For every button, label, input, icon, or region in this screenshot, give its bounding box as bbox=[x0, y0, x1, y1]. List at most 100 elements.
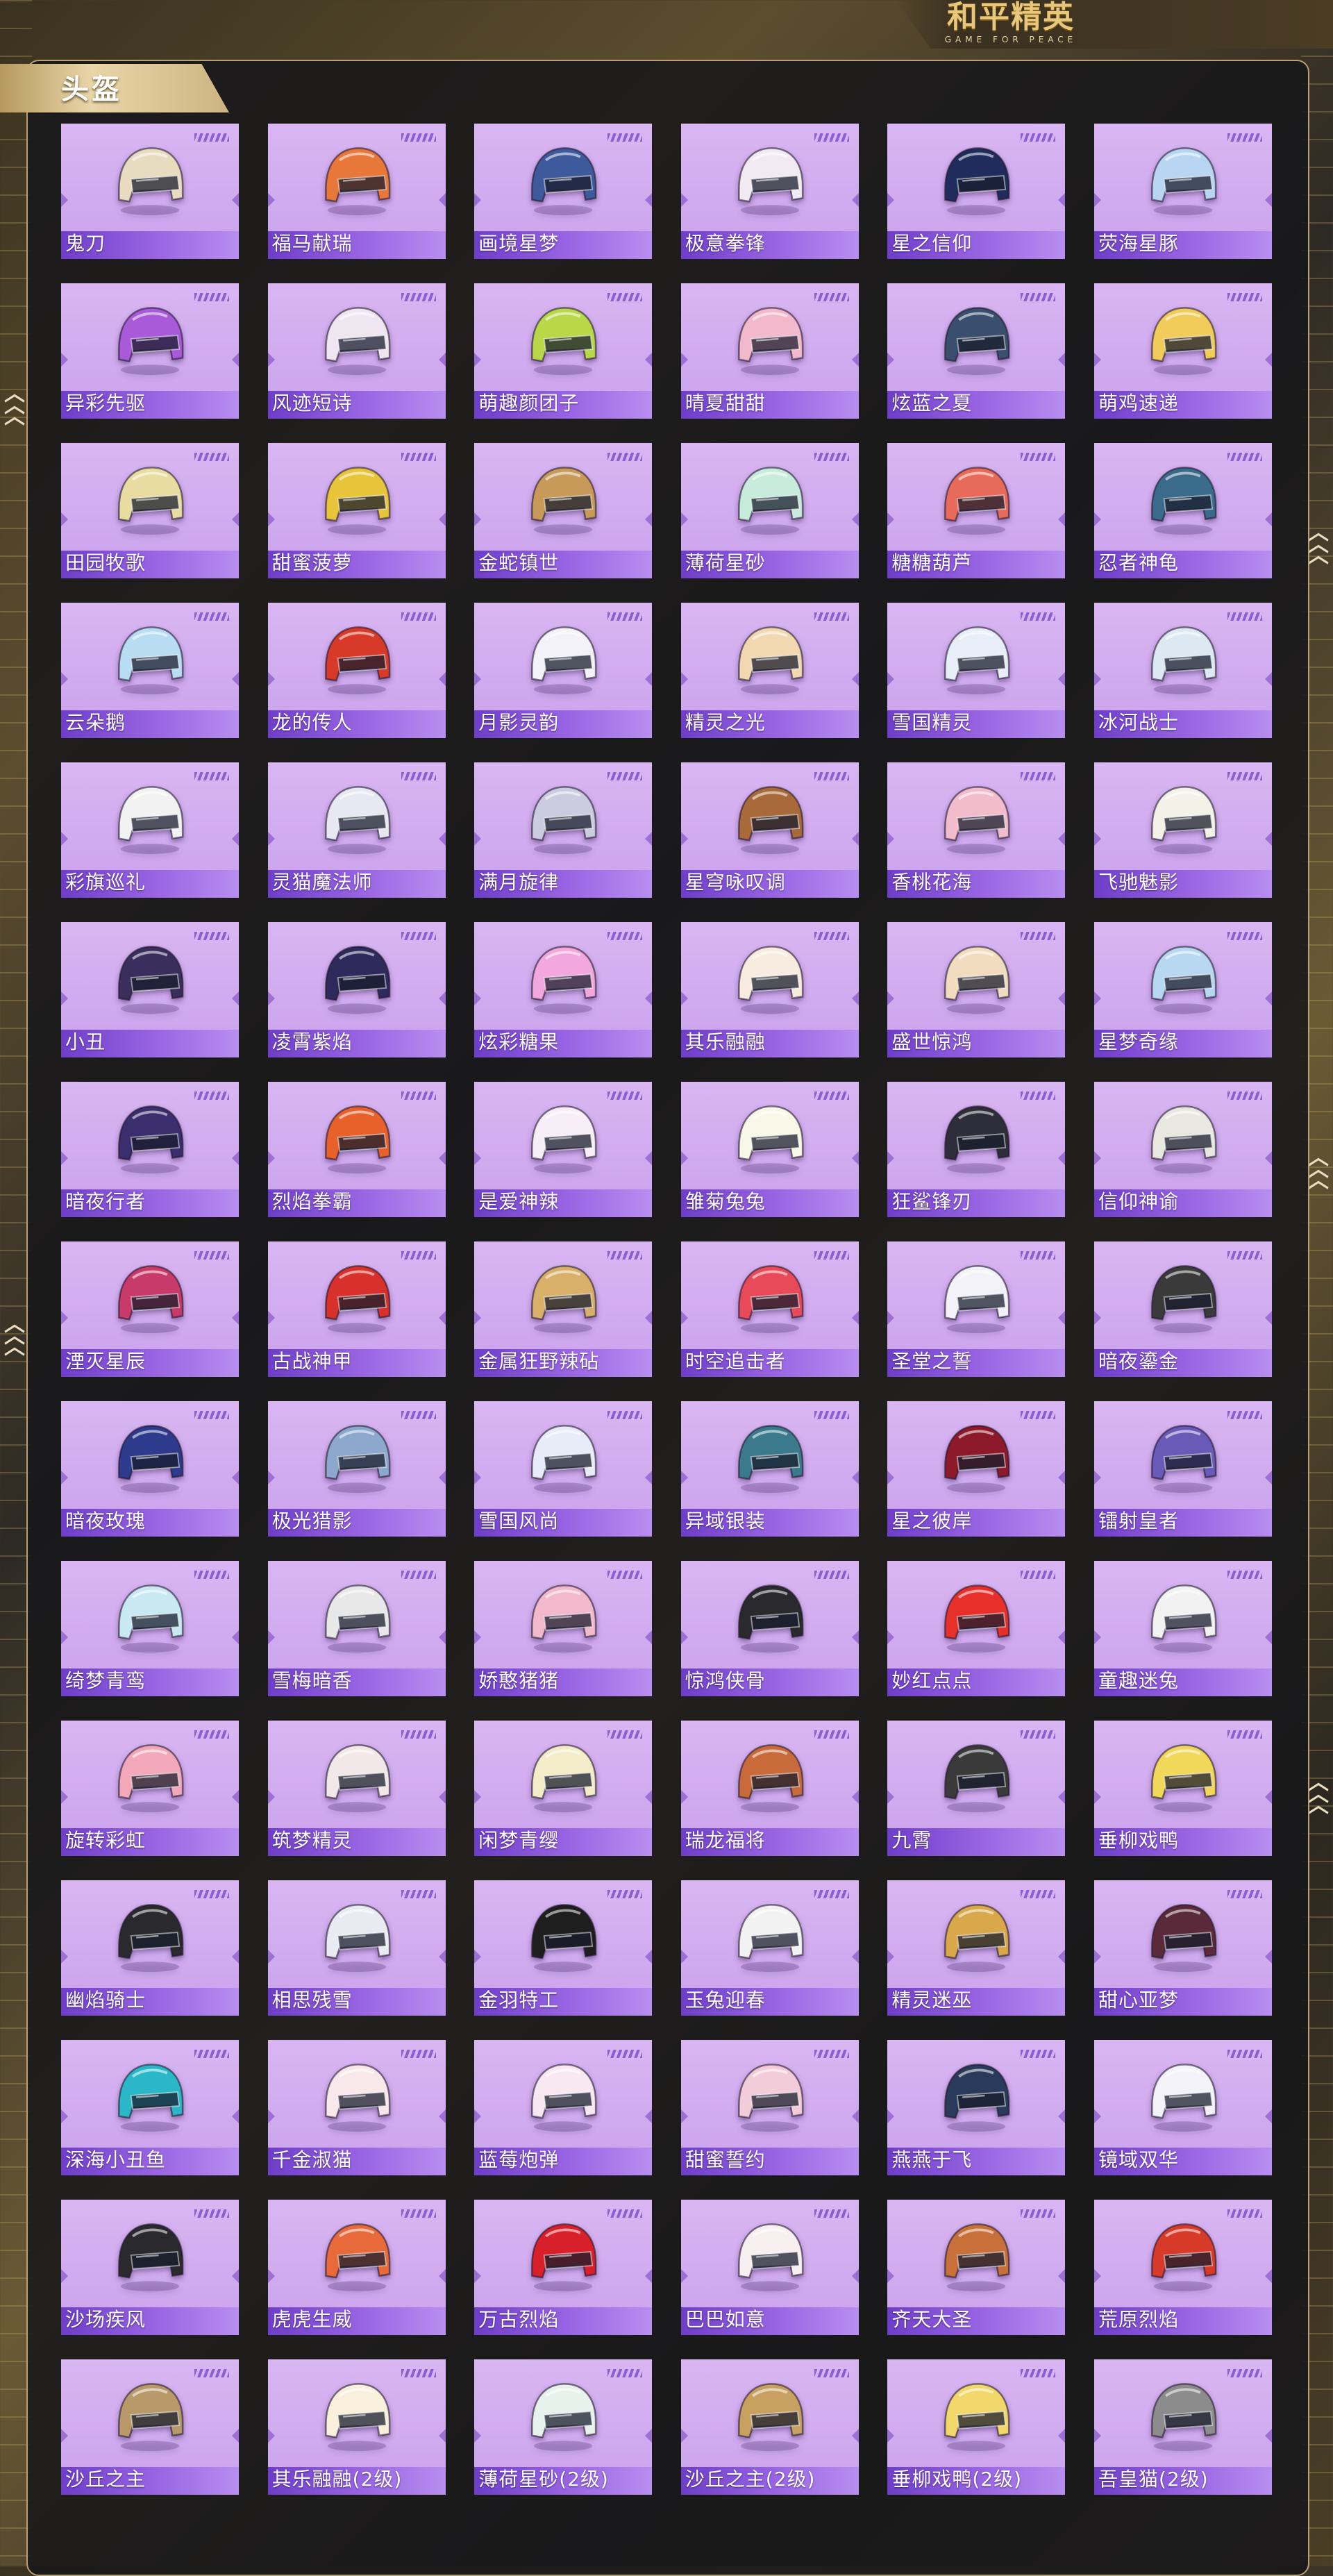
helmet-card[interactable]: 小丑 bbox=[61, 922, 239, 1057]
helmet-card[interactable]: 沙丘之主(2级) bbox=[680, 2359, 859, 2495]
helmet-card[interactable]: 虎虎生威 bbox=[267, 2200, 446, 2335]
rarity-stripes bbox=[401, 932, 436, 940]
helmet-card[interactable]: 惊鸿侠骨 bbox=[680, 1561, 859, 1696]
helmet-card[interactable]: 镭射皇者 bbox=[1093, 1401, 1272, 1537]
helmet-card[interactable]: 幽焰骑士 bbox=[61, 1880, 239, 2016]
helmet-card[interactable]: 福马献瑞 bbox=[267, 124, 446, 259]
helmet-card[interactable]: 凌霄紫焰 bbox=[267, 922, 446, 1057]
helmet-card[interactable]: 星梦奇缘 bbox=[1093, 922, 1272, 1057]
helmet-card[interactable]: 时空追击者 bbox=[680, 1241, 859, 1377]
helmet-card[interactable]: 炫彩糖果 bbox=[474, 922, 653, 1057]
helmet-card[interactable]: 满月旋律 bbox=[474, 762, 653, 898]
helmet-card[interactable]: 糖糖葫芦 bbox=[887, 443, 1066, 578]
helmet-card[interactable]: 瑞龙福将 bbox=[680, 1721, 859, 1856]
helmet-card[interactable]: 烈焰拳霸 bbox=[267, 1082, 446, 1217]
rarity-stripes bbox=[401, 1730, 436, 1739]
helmet-card[interactable]: 巴巴如意 bbox=[680, 2200, 859, 2335]
rarity-stripes bbox=[194, 2050, 229, 2058]
helmet-card[interactable]: 千金淑猫 bbox=[267, 2040, 446, 2175]
helmet-card[interactable]: 田园牧歌 bbox=[61, 443, 239, 578]
helmet-card[interactable]: 金蛇镇世 bbox=[474, 443, 653, 578]
helmet-card[interactable]: 镜域双华 bbox=[1093, 2040, 1272, 2175]
helmet-card[interactable]: 相思残雪 bbox=[267, 1880, 446, 2016]
helmet-card[interactable]: 云朵鹅 bbox=[61, 603, 239, 738]
helmet-card[interactable]: 月影灵韵 bbox=[474, 603, 653, 738]
helmet-card[interactable]: 深海小丑鱼 bbox=[61, 2040, 239, 2175]
helmet-card[interactable]: 吾皇猫(2级) bbox=[1093, 2359, 1272, 2495]
helmet-card[interactable]: 风迹短诗 bbox=[267, 283, 446, 419]
helmet-card[interactable]: 薄荷星砂 bbox=[680, 443, 859, 578]
helmet-card[interactable]: 信仰神谕 bbox=[1093, 1082, 1272, 1217]
helmet-card[interactable]: 娇憨猪猪 bbox=[474, 1561, 653, 1696]
helmet-card[interactable]: 垂柳戏鸭(2级) bbox=[887, 2359, 1066, 2495]
helmet-card[interactable]: 狂鲨锋刃 bbox=[887, 1082, 1066, 1217]
helmet-card[interactable]: 画境星梦 bbox=[474, 124, 653, 259]
helmet-card[interactable]: 星穹咏叹调 bbox=[680, 762, 859, 898]
helmet-card[interactable]: 极意拳锋 bbox=[680, 124, 859, 259]
helmet-icon bbox=[1140, 1573, 1226, 1659]
helmet-card[interactable]: 星之信仰 bbox=[887, 124, 1066, 259]
helmet-card[interactable]: 金属狂野辣砧 bbox=[474, 1241, 653, 1377]
helmet-card[interactable]: 圣堂之誓 bbox=[887, 1241, 1066, 1377]
helmet-name: 异域银装 bbox=[685, 1509, 766, 1532]
helmet-card[interactable]: 是爱神辣 bbox=[474, 1082, 653, 1217]
helmet-card[interactable]: 甜心亚梦 bbox=[1093, 1880, 1272, 2016]
helmet-card[interactable]: 极光猎影 bbox=[267, 1401, 446, 1537]
helmet-card[interactable]: 荒原烈焰 bbox=[1093, 2200, 1272, 2335]
helmet-card[interactable]: 金羽特工 bbox=[474, 1880, 653, 2016]
helmet-card[interactable]: 香桃花海 bbox=[887, 762, 1066, 898]
helmet-card[interactable]: 齐天大圣 bbox=[887, 2200, 1066, 2335]
helmet-card[interactable]: 雪国精灵 bbox=[887, 603, 1066, 738]
helmet-card[interactable]: 精灵之光 bbox=[680, 603, 859, 738]
helmet-card[interactable]: 异彩先驱 bbox=[61, 283, 239, 419]
helmet-card[interactable]: 萌趣颜团子 bbox=[474, 283, 653, 419]
helmet-card[interactable]: 炫蓝之夏 bbox=[887, 283, 1066, 419]
helmet-card[interactable]: 湮灭星辰 bbox=[61, 1241, 239, 1377]
helmet-card[interactable]: 忍者神龟 bbox=[1093, 443, 1272, 578]
helmet-card[interactable]: 沙丘之主 bbox=[61, 2359, 239, 2495]
helmet-card[interactable]: 雪梅暗香 bbox=[267, 1561, 446, 1696]
helmet-card[interactable]: 异域银装 bbox=[680, 1401, 859, 1537]
helmet-card[interactable]: 灵猫魔法师 bbox=[267, 762, 446, 898]
helmet-card[interactable]: 雏菊兔兔 bbox=[680, 1082, 859, 1217]
helmet-card[interactable]: 其乐融融(2级) bbox=[267, 2359, 446, 2495]
helmet-card[interactable]: 甜蜜誓约 bbox=[680, 2040, 859, 2175]
helmet-card[interactable]: 鬼刀 bbox=[61, 124, 239, 259]
helmet-card[interactable]: 九霄 bbox=[887, 1721, 1066, 1856]
helmet-card[interactable]: 盛世惊鸿 bbox=[887, 922, 1066, 1057]
helmet-card[interactable]: 雪国风尚 bbox=[474, 1401, 653, 1537]
helmet-card[interactable]: 蓝莓炮弹 bbox=[474, 2040, 653, 2175]
helmet-card[interactable]: 荧海星豚 bbox=[1093, 124, 1272, 259]
helmet-card[interactable]: 冰河战士 bbox=[1093, 603, 1272, 738]
helmet-card[interactable]: 燕燕于飞 bbox=[887, 2040, 1066, 2175]
helmet-card[interactable]: 暗夜鎏金 bbox=[1093, 1241, 1272, 1377]
helmet-card[interactable]: 萌鸡速递 bbox=[1093, 283, 1272, 419]
helmet-icon bbox=[727, 1094, 813, 1180]
helmet-card[interactable]: 妙红点点 bbox=[887, 1561, 1066, 1696]
helmet-card[interactable]: 闲梦青缨 bbox=[474, 1721, 653, 1856]
helmet-card[interactable]: 龙的传人 bbox=[267, 603, 446, 738]
helmet-card[interactable]: 甜蜜菠萝 bbox=[267, 443, 446, 578]
helmet-name: 萌趣颜团子 bbox=[478, 392, 580, 415]
helmet-card[interactable]: 薄荷星砂(2级) bbox=[474, 2359, 653, 2495]
helmet-icon bbox=[520, 1094, 606, 1180]
helmet-card[interactable]: 暗夜行者 bbox=[61, 1082, 239, 1217]
helmet-card[interactable]: 万古烈焰 bbox=[474, 2200, 653, 2335]
helmet-card[interactable]: 古战神甲 bbox=[267, 1241, 446, 1377]
helmet-card[interactable]: 童趣迷兔 bbox=[1093, 1561, 1272, 1696]
helmet-name: 镭射皇者 bbox=[1098, 1509, 1179, 1532]
helmet-card[interactable]: 彩旗巡礼 bbox=[61, 762, 239, 898]
helmet-icon bbox=[520, 1414, 606, 1500]
helmet-card[interactable]: 其乐融融 bbox=[680, 922, 859, 1057]
helmet-card[interactable]: 沙场疾风 bbox=[61, 2200, 239, 2335]
helmet-card[interactable]: 精灵迷巫 bbox=[887, 1880, 1066, 2016]
helmet-card[interactable]: 垂柳戏鸭 bbox=[1093, 1721, 1272, 1856]
helmet-card[interactable]: 星之彼岸 bbox=[887, 1401, 1066, 1537]
helmet-card[interactable]: 筑梦精灵 bbox=[267, 1721, 446, 1856]
helmet-card[interactable]: 飞驰魅影 bbox=[1093, 762, 1272, 898]
helmet-card[interactable]: 玉兔迎春 bbox=[680, 1880, 859, 2016]
helmet-card[interactable]: 旋转彩虹 bbox=[61, 1721, 239, 1856]
helmet-card[interactable]: 晴夏甜甜 bbox=[680, 283, 859, 419]
helmet-card[interactable]: 暗夜玫瑰 bbox=[61, 1401, 239, 1537]
helmet-card[interactable]: 绮梦青鸾 bbox=[61, 1561, 239, 1696]
